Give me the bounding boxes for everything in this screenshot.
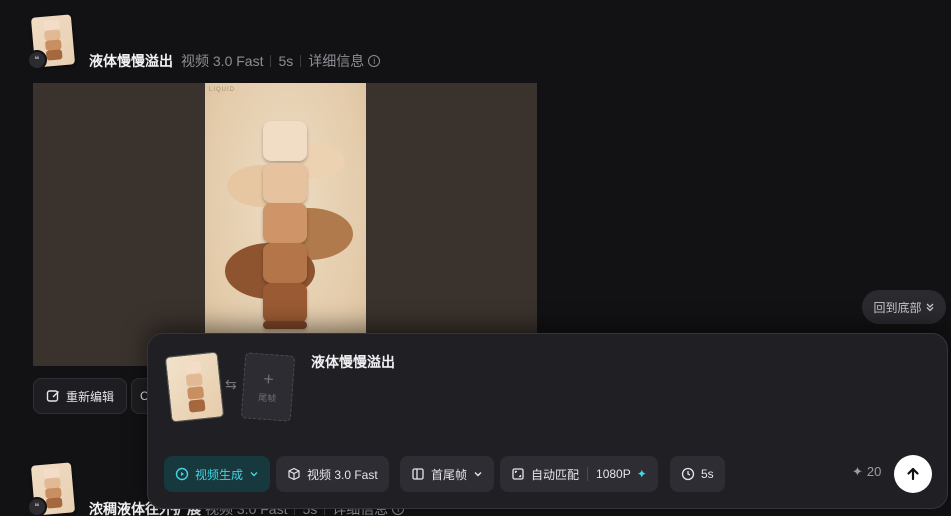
back-to-bottom-button[interactable]: 回到底部 [862,290,946,324]
back-to-bottom-label: 回到底部 [873,300,922,315]
divider [300,55,302,67]
poster-brand: LIQUID [209,87,236,93]
duration-label: 5s [701,467,714,481]
info-icon[interactable]: i [368,55,381,67]
mode-dropdown[interactable]: 视频生成 [164,456,271,492]
video-player[interactable]: LIQUID [33,83,537,366]
model-selector[interactable]: 视频 3.0 Fast [276,456,389,492]
frame-mode-label: 首尾帧 [431,467,468,482]
prompt-text[interactable]: 液体慢慢溢出 [311,352,395,372]
plus-icon: + [262,368,275,390]
credit-value: 20 [866,464,882,479]
first-frame-image[interactable] [164,351,225,423]
re-edit-label: 重新编辑 [66,389,115,404]
arrow-up-icon [907,467,919,481]
star-icon: ✦ [852,464,863,479]
video-poster-image: LIQUID [205,83,366,366]
item1-details-link[interactable]: 详细信息 [308,51,364,71]
divider [270,55,272,67]
video-generate-icon [175,467,189,481]
send-button[interactable] [894,455,932,493]
ratio-resolution-selector[interactable]: 自动匹配 1080P ✦ [500,456,658,492]
re-edit-button[interactable]: 重新编辑 [33,378,128,414]
quote-icon: ❝ [27,497,47,516]
mode-label: 视频生成 [195,467,244,482]
item1-meta: 液体慢慢溢出 视频 3.0 Fast 5s 详细信息 i [89,51,381,71]
frame-icon [412,468,424,480]
item1-model: 视频 3.0 Fast [181,53,264,69]
chevron-down-icon [474,472,482,477]
frame-mode-dropdown[interactable]: 首尾帧 [400,456,495,492]
chevron-down-icon [250,472,258,477]
edit-icon [46,390,59,402]
sparkle-icon: ✦ [636,467,647,481]
chevron-double-down-icon [926,303,933,312]
clock-icon [681,467,695,481]
divider [587,467,589,481]
item1-title: 液体慢慢溢出 [89,53,173,69]
cube-icon [288,467,300,481]
item1-duration: 5s [278,53,294,69]
credit-cost: ✦ 20 [852,464,881,480]
model-label: 视频 3.0 Fast [307,467,378,482]
duration-selector[interactable]: 5s [670,456,725,492]
last-frame-upload[interactable]: + 尾帧 [240,352,296,422]
aspect-icon [512,468,524,480]
ratio-label: 自动匹配 [531,467,580,482]
resolution-label: 1080P [596,467,631,481]
last-frame-label: 尾帧 [257,392,277,404]
prompt-composer: ⇆ + 尾帧 液体慢慢溢出 视频生成 视频 3.0 Fast 首尾帧 自动匹配 … [147,333,948,509]
quote-icon: ❝ [27,50,47,70]
swap-icon[interactable]: ⇆ [225,376,237,393]
